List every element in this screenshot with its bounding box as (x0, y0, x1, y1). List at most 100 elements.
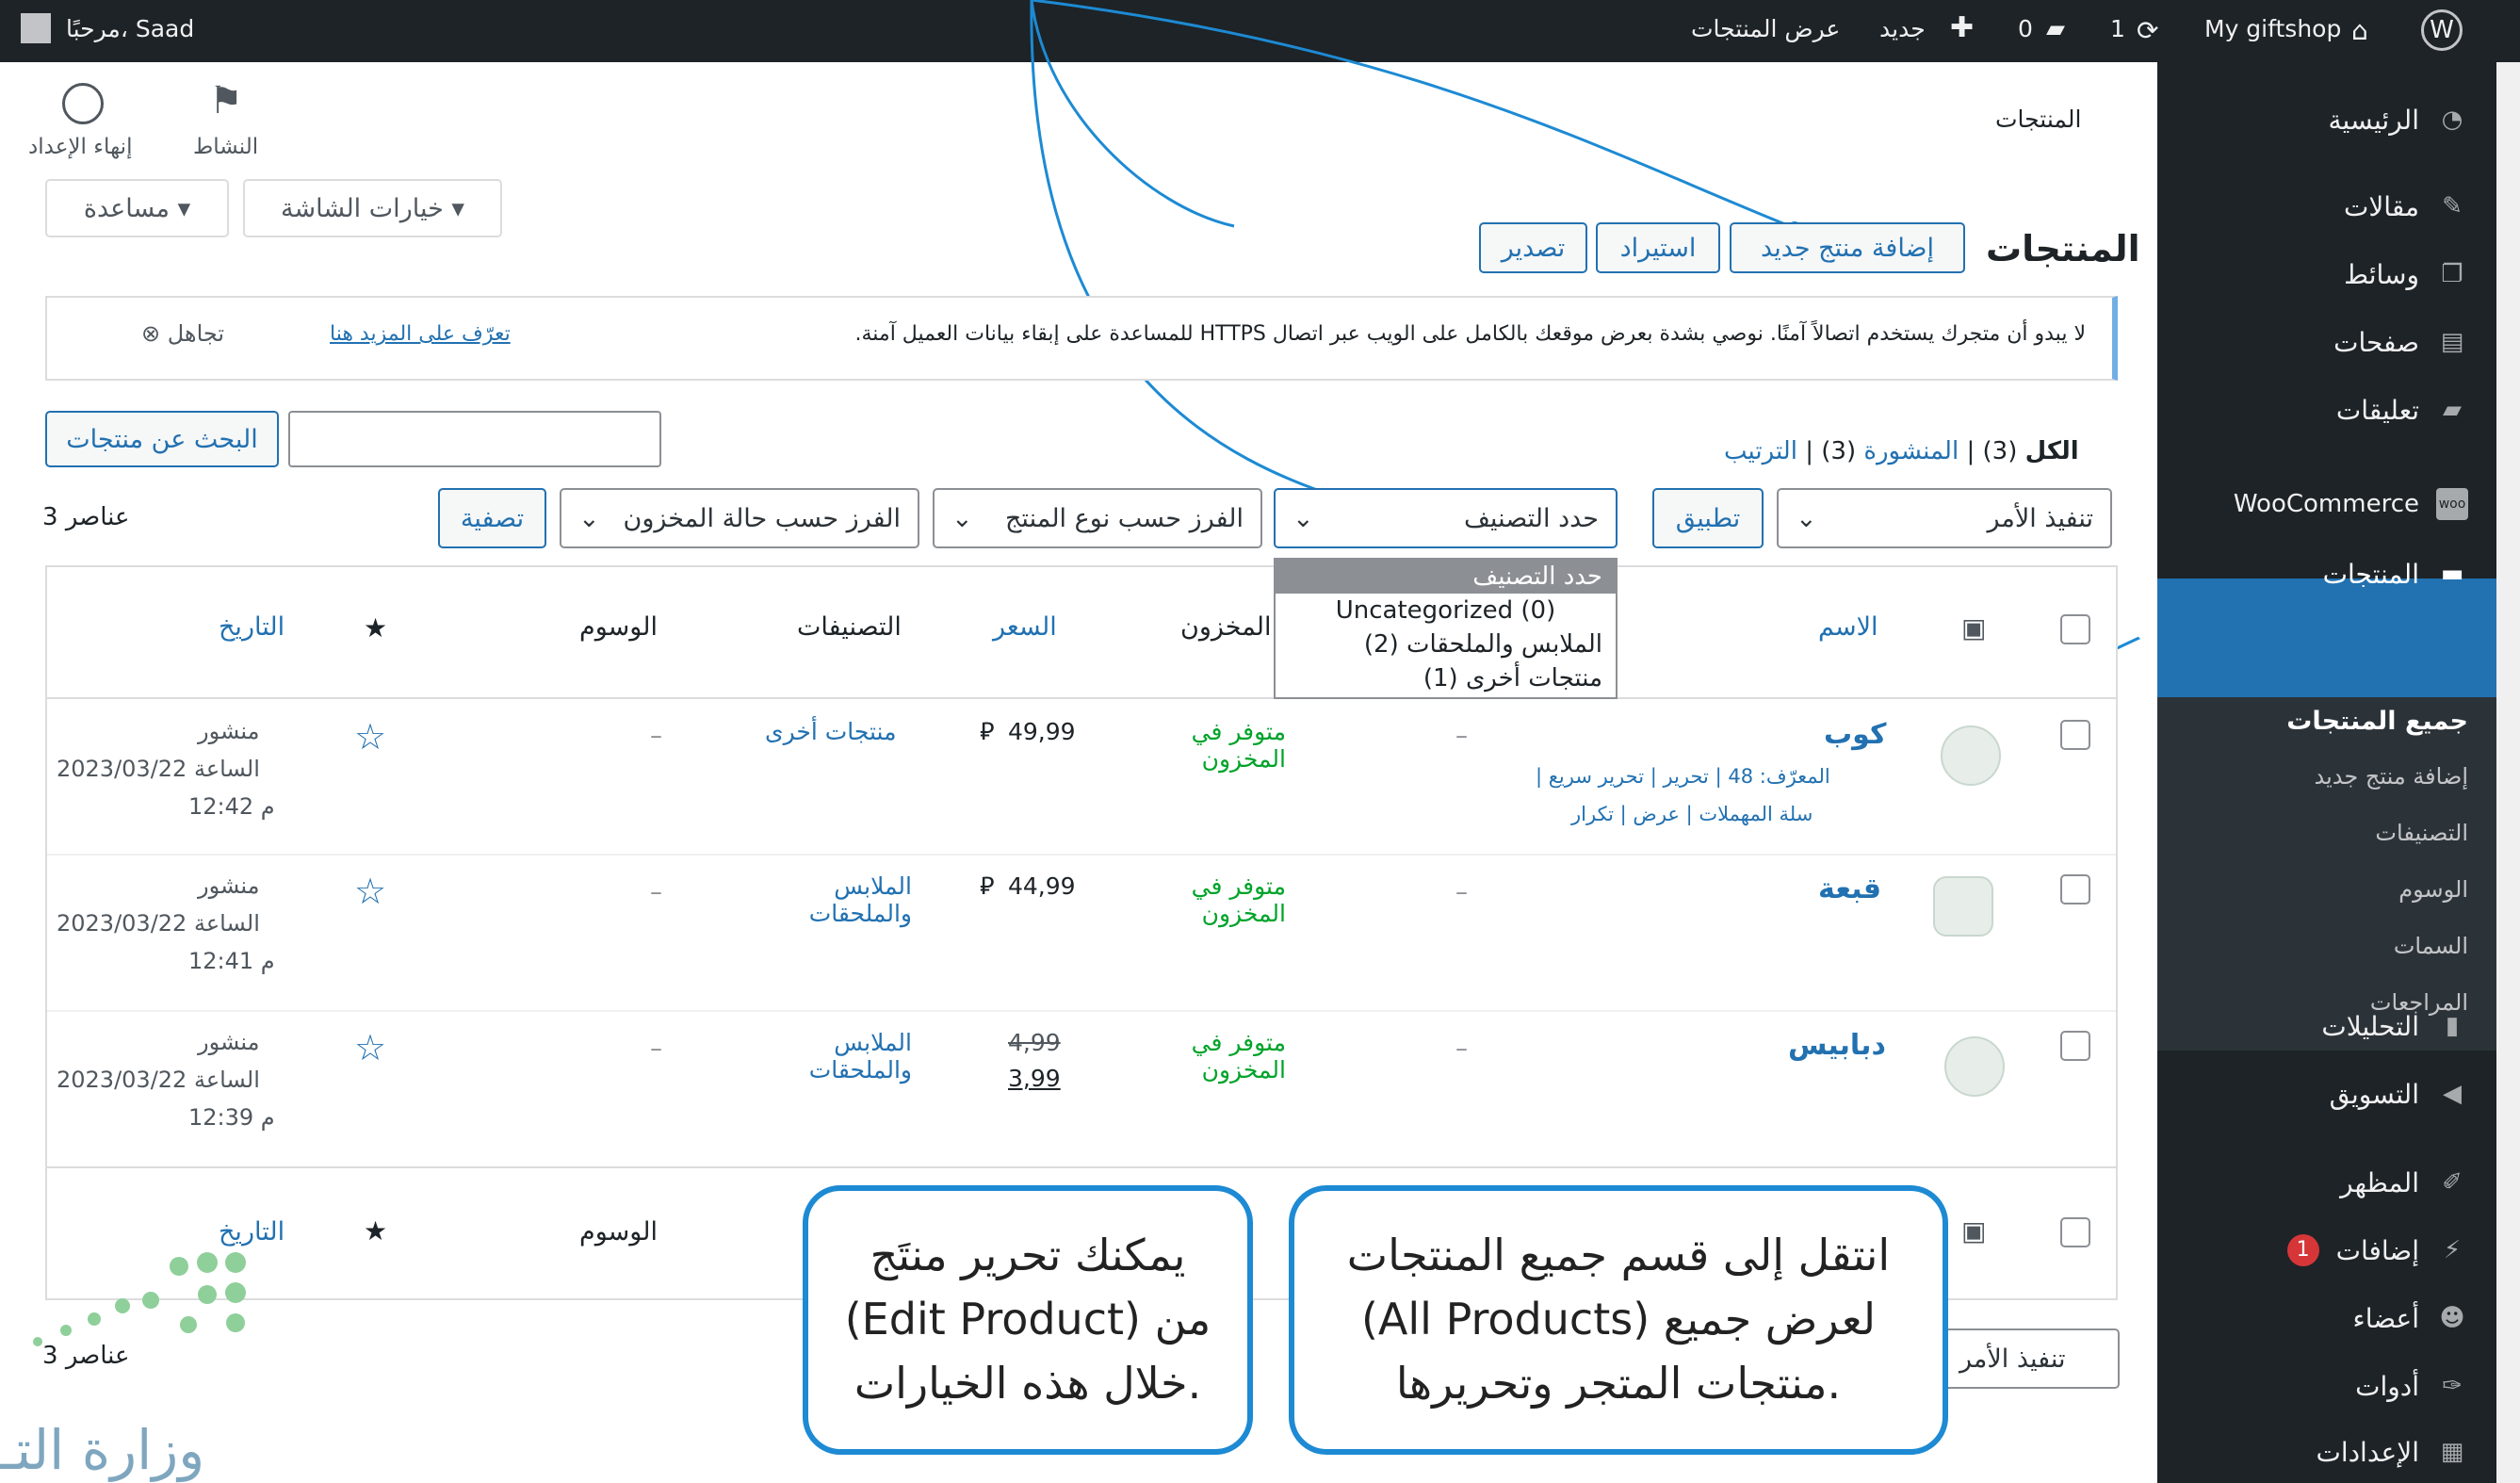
column-tags-footer: الوسوم (579, 1217, 658, 1247)
sidebar-item-settings[interactable]: ▦ الإعدادات (2316, 1436, 2468, 1468)
category-link[interactable]: الملابس والملحقات (799, 872, 912, 927)
search-input[interactable] (288, 411, 661, 467)
breadcrumb-title: المنتجات (1995, 106, 2082, 133)
sidebar-item-analytics[interactable]: ▮ التحليلات (2321, 1010, 2468, 1042)
import-button[interactable]: استيراد (1596, 222, 1720, 273)
column-price[interactable]: السعر (993, 612, 1057, 642)
product-type-value: الفرز حسب نوع المنتج (1005, 503, 1244, 533)
category-select[interactable]: ⌄ حدد التصنيف (1274, 488, 1618, 548)
filter-all[interactable]: الكل (2025, 437, 2079, 465)
price-cell: 44,99 (1008, 872, 1076, 900)
product-thumbnail[interactable] (1941, 725, 2001, 786)
sidebar-item-products[interactable]: ▬ المنتجات (2323, 558, 2468, 590)
featured-star-icon[interactable]: ★ (364, 1215, 387, 1247)
category-select-value: حدد التصنيف (1463, 503, 1599, 533)
sidebar-item-posts[interactable]: ✎ مقالات (2344, 190, 2468, 222)
featured-star-icon[interactable]: ★ (364, 612, 387, 644)
post-status: منشور (198, 718, 260, 744)
sidebar-item-dashboard[interactable]: ◔ الرئيسية (2329, 104, 2468, 136)
submenu-add-new[interactable]: إضافة منتج جديد (2315, 763, 2469, 790)
help-button[interactable]: مساعدة ▾ (45, 179, 229, 237)
stock-cell: متوفر في المخزون (1191, 718, 1286, 773)
column-name[interactable]: الاسم (1818, 612, 1878, 642)
submenu-categories[interactable]: التصنيفات (2375, 820, 2468, 846)
sidebar-item-woocommerce[interactable]: woo WooCommerce (2234, 488, 2468, 520)
dropdown-option[interactable]: حدد التصنيف (1276, 560, 1616, 594)
dismiss-notice-link[interactable]: ⊗ تجاهل (141, 320, 224, 347)
sidebar-item-pages[interactable]: ▤ صفحات (2333, 326, 2468, 358)
apply-button[interactable]: تطبيق (1652, 488, 1764, 548)
dropdown-option[interactable]: منتجات أخرى (1) (1276, 661, 1616, 695)
page-scrollbar[interactable] (2496, 62, 2520, 1483)
submenu-attributes[interactable]: السمات (2394, 933, 2468, 959)
flag-icon[interactable]: ⚑ (209, 79, 243, 122)
image-column-icon: ▣ (1961, 1215, 1987, 1247)
featured-star-icon[interactable]: ☆ (354, 871, 386, 912)
analytics-icon: ▮ (2445, 1012, 2460, 1040)
bulk-action-value: تنفيذ الأمر (1959, 1344, 2066, 1374)
dropdown-option[interactable]: Uncategorized (0) (1276, 594, 1616, 627)
featured-star-icon[interactable]: ☆ (354, 716, 386, 758)
dropdown-option[interactable]: الملابس والملحقات (2) (1276, 627, 1616, 661)
appearance-icon: ✐ (2442, 1168, 2463, 1197)
sidebar-item-comments[interactable]: ▰ تعليقات (2336, 394, 2468, 426)
product-name-link[interactable]: كوب (1824, 718, 1886, 751)
product-thumbnail[interactable] (1933, 876, 1993, 937)
featured-star-icon[interactable]: ☆ (354, 1027, 386, 1068)
tags-cell: – (650, 1035, 662, 1063)
https-notice: لا يبدو أن متجرك يستخدم اتصالاً آمنًا. ن… (45, 296, 2118, 381)
pin-icon: ✎ (2442, 192, 2463, 220)
post-status: منشور (198, 1029, 260, 1055)
activity-label[interactable]: النشاط (193, 135, 258, 159)
category-link[interactable]: منتجات أخرى (765, 718, 896, 745)
stock-status-select[interactable]: ⌄ الفرز حسب حالة المخزون (560, 488, 919, 548)
bulk-action-select-bottom[interactable]: تنفيذ الأمر (1941, 1328, 2120, 1389)
product-type-select[interactable]: ⌄ الفرز حسب نوع المنتج (933, 488, 1262, 548)
currency-icon: ⃁ (980, 872, 995, 901)
column-date[interactable]: التاريخ (219, 612, 285, 642)
learn-more-link[interactable]: تعرّف على المزيد هنا (330, 322, 511, 346)
select-all-checkbox[interactable] (2060, 614, 2090, 644)
filter-button[interactable]: تصفية (438, 488, 546, 548)
row-actions[interactable]: المعرّف: 48 | تحرير | تحرير سريع | (1536, 765, 1830, 788)
sidebar-item-label: WooCommerce (2233, 490, 2419, 518)
sidebar-item-label: إضافات (2335, 1234, 2419, 1266)
sidebar-item-marketing[interactable]: ◀ التسويق (2330, 1078, 2468, 1110)
search-products-button[interactable]: البحث عن منتجات (45, 411, 279, 467)
price-cell: 49,99 (1008, 718, 1076, 745)
sidebar-item-label: تعليقات (2335, 394, 2419, 426)
active-menu-arrow (2137, 614, 2157, 656)
category-link[interactable]: الملابس والملحقات (799, 1029, 912, 1084)
submenu-all-products[interactable]: جميع المنتجات (2286, 707, 2468, 736)
row-checkbox[interactable] (2060, 874, 2090, 904)
sidebar-item-users[interactable]: ☻ أعضاء (2353, 1302, 2468, 1334)
callout-line: (All Products) لعرض جميع (1360, 1294, 1876, 1344)
sidebar-item-appearance[interactable]: ✐ المظهر (2340, 1166, 2468, 1198)
export-button[interactable]: تصدير (1479, 222, 1587, 273)
add-new-product-button[interactable]: إضافة منتج جديد (1730, 222, 1965, 273)
bulk-action-select[interactable]: ⌄ تنفيذ الأمر (1777, 488, 2112, 548)
sidebar-item-label: مقالات (2343, 190, 2419, 222)
product-name-link[interactable]: قبعة (1818, 872, 1881, 905)
settings-icon: ▦ (2440, 1438, 2464, 1466)
column-date-footer[interactable]: التاريخ (219, 1217, 285, 1247)
product-name-link[interactable]: دبابيس (1788, 1029, 1886, 1062)
filter-published[interactable]: المنشورة (1863, 437, 1959, 465)
filter-sort[interactable]: الترتيب (1724, 437, 1797, 465)
sidebar-item-media[interactable]: ❐ وسائط (2344, 258, 2468, 290)
select-all-checkbox-bottom[interactable] (2060, 1217, 2090, 1247)
finish-setup-label[interactable]: إنهاء الإعداد (28, 135, 132, 159)
finish-setup-icon[interactable] (62, 83, 104, 124)
filter-all-count: (3) (1982, 437, 2018, 465)
page-title: المنتجات (1986, 228, 2140, 269)
submenu-tags[interactable]: الوسوم (2398, 876, 2468, 903)
sidebar-item-tools[interactable]: ✑ أدوات (2355, 1370, 2468, 1402)
sidebar-item-plugins[interactable]: ⚡ إضافات 1 (2286, 1234, 2468, 1266)
sale-price-cell: 3,99 (1008, 1065, 1061, 1092)
row-checkbox[interactable] (2060, 720, 2090, 750)
row-checkbox[interactable] (2060, 1031, 2090, 1061)
row-actions-secondary[interactable]: سلة المهملات | عرض | تكرار (1571, 803, 1813, 825)
sku-cell: – (1455, 878, 1468, 906)
product-thumbnail[interactable] (1944, 1036, 2005, 1097)
screen-options-button[interactable]: خيارات الشاشة ▾ (243, 179, 502, 237)
